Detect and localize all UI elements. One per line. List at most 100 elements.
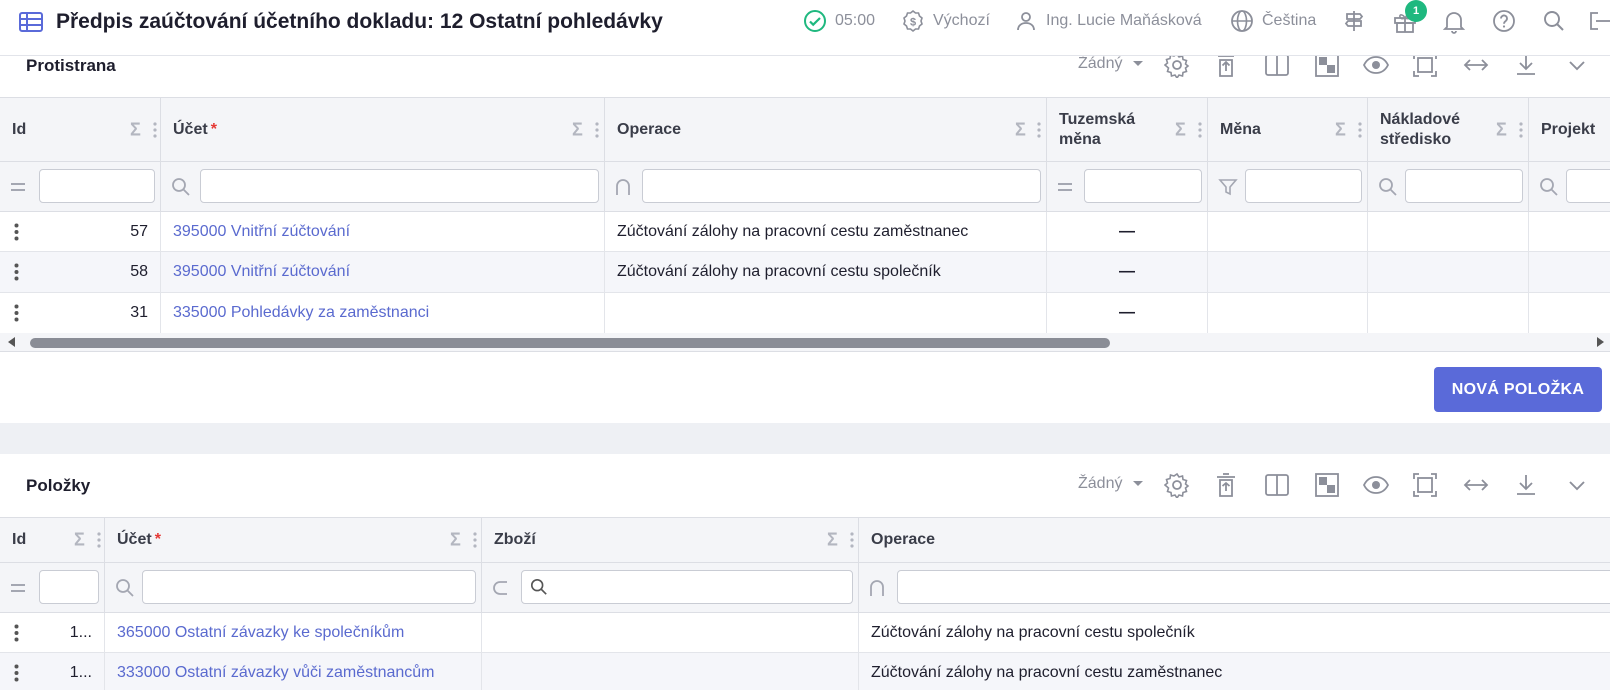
divider: [0, 351, 1610, 352]
row-account-link[interactable]: 365000 Ostatní závazky ke společníkům: [105, 613, 482, 652]
table-header-row: Id Σ Účet * Σ Zboží Σ Operace: [0, 517, 1610, 563]
filter-id-input[interactable]: [39, 570, 99, 604]
equals-icon[interactable]: [1057, 181, 1073, 193]
column-menu-icon[interactable]: [1519, 121, 1523, 138]
bell-icon[interactable]: [1442, 9, 1466, 35]
download-icon[interactable]: [1514, 472, 1538, 498]
filter-local-currency-input[interactable]: [1084, 169, 1202, 203]
filter-project: [1529, 162, 1610, 211]
column-menu-icon[interactable]: [153, 121, 157, 138]
settings-icon[interactable]: [1164, 472, 1190, 498]
col-header-currency[interactable]: Měna Σ: [1208, 98, 1368, 161]
globe-icon: [1230, 9, 1254, 33]
filter-currency-input[interactable]: [1245, 169, 1362, 203]
sum-icon[interactable]: Σ: [572, 119, 583, 140]
col-header-project[interactable]: Projekt: [1529, 98, 1610, 161]
table-row[interactable]: 1... 365000 Ostatní závazky ke společník…: [0, 613, 1610, 653]
table-row[interactable]: 31 335000 Pohledávky za zaměstnanci —: [0, 293, 1610, 333]
search-icon[interactable]: [1539, 177, 1559, 197]
col-header-goods[interactable]: Zboží Σ: [482, 518, 859, 562]
search-icon[interactable]: [115, 578, 135, 598]
col-header-id[interactable]: Id Σ: [0, 98, 161, 161]
filter-account-input[interactable]: [200, 169, 599, 203]
column-menu-icon[interactable]: [595, 121, 599, 138]
view-select[interactable]: Žádný: [1078, 55, 1144, 73]
sum-icon[interactable]: Σ: [1496, 119, 1507, 140]
filter-goods-input[interactable]: [521, 570, 853, 604]
column-menu-icon[interactable]: [1037, 121, 1041, 138]
resize-horizontal-icon[interactable]: [1462, 472, 1490, 498]
row-menu-icon[interactable]: [14, 624, 19, 642]
col-header-account[interactable]: Účet * Σ: [161, 98, 605, 161]
row-id: 1...: [69, 623, 92, 641]
column-menu-icon[interactable]: [1198, 121, 1202, 138]
table-list-icon[interactable]: [18, 10, 44, 34]
eye-icon[interactable]: [1362, 472, 1390, 498]
user-menu[interactable]: Ing. Lucie Maňásková: [1014, 9, 1202, 33]
row-menu-icon[interactable]: [14, 664, 19, 682]
col-header-local-currency[interactable]: Tuzemská měna Σ: [1047, 98, 1208, 161]
intersection-icon[interactable]: [615, 178, 631, 196]
chevron-down-icon[interactable]: [1566, 472, 1588, 498]
scroll-left-icon[interactable]: [8, 337, 16, 347]
sum-icon[interactable]: Σ: [1175, 119, 1186, 140]
equals-icon[interactable]: [10, 181, 26, 193]
column-menu-icon[interactable]: [97, 532, 101, 548]
sum-icon[interactable]: Σ: [74, 530, 85, 551]
col-header-id[interactable]: Id Σ: [0, 518, 105, 562]
search-icon[interactable]: [171, 177, 191, 197]
intersection-icon[interactable]: [869, 579, 885, 597]
row-account-link[interactable]: 395000 Vnitřní zúčtování: [161, 212, 605, 251]
search-icon[interactable]: [1542, 9, 1566, 33]
currency-selector[interactable]: $ Výchozí: [901, 9, 990, 33]
subset-icon[interactable]: [492, 580, 508, 596]
fullscreen-icon[interactable]: [1412, 472, 1438, 498]
funnel-icon[interactable]: [1218, 177, 1238, 197]
sum-icon[interactable]: Σ: [130, 119, 141, 140]
horizontal-scrollbar[interactable]: [0, 333, 1610, 351]
column-menu-icon[interactable]: [1358, 121, 1362, 138]
equals-icon[interactable]: [10, 582, 26, 594]
sum-icon[interactable]: Σ: [450, 530, 461, 551]
new-item-button[interactable]: NOVÁ POLOŽKA: [1434, 367, 1602, 412]
sum-icon[interactable]: Σ: [1335, 119, 1346, 140]
row-menu-icon[interactable]: [14, 304, 19, 322]
language-selector[interactable]: Čeština: [1230, 9, 1316, 33]
filter-project-input[interactable]: [1566, 169, 1610, 203]
filter-cost-center-input[interactable]: [1405, 169, 1523, 203]
table-row[interactable]: 1... 333000 Ostatní závazky vůči zaměstn…: [0, 653, 1610, 690]
row-account-link[interactable]: 333000 Ostatní závazky vůči zaměstnancům: [105, 653, 482, 690]
col-header-operation[interactable]: Operace: [859, 518, 1610, 562]
col-header-cost-center[interactable]: Nákladové středisko Σ: [1368, 98, 1529, 161]
filter-account-input[interactable]: [142, 570, 476, 604]
col-header-account[interactable]: Účet * Σ: [105, 518, 482, 562]
col-label-line2: středisko: [1380, 130, 1452, 148]
row-account-link[interactable]: 395000 Vnitřní zúčtování: [161, 252, 605, 292]
scroll-right-icon[interactable]: [1596, 337, 1604, 347]
row-account-link[interactable]: 335000 Pohledávky za zaměstnanci: [161, 293, 605, 333]
row-menu-icon[interactable]: [14, 263, 19, 281]
search-icon[interactable]: [1378, 177, 1398, 197]
column-menu-icon[interactable]: [850, 532, 854, 548]
filter-operation-input[interactable]: [642, 169, 1041, 203]
filter-id-input[interactable]: [39, 169, 155, 203]
session-timer[interactable]: 05:00: [803, 9, 875, 33]
view-select[interactable]: Žádný: [1078, 475, 1144, 493]
table-row[interactable]: 58 395000 Vnitřní zúčtování Zúčtování zá…: [0, 252, 1610, 293]
row-menu-icon[interactable]: [14, 223, 19, 241]
sum-icon[interactable]: Σ: [827, 530, 838, 551]
layout-icon[interactable]: [1314, 472, 1340, 498]
delete-icon[interactable]: [1214, 472, 1238, 498]
column-menu-icon[interactable]: [473, 532, 477, 548]
col-header-operation[interactable]: Operace Σ: [605, 98, 1047, 161]
table-row[interactable]: 57 395000 Vnitřní zúčtování Zúčtování zá…: [0, 212, 1610, 252]
signpost-icon[interactable]: [1342, 9, 1366, 33]
help-icon[interactable]: [1492, 9, 1516, 33]
logout-icon[interactable]: [1588, 9, 1610, 33]
currency-icon: $: [901, 9, 925, 33]
row-operation: [605, 293, 1047, 333]
filter-operation-input[interactable]: [897, 570, 1610, 604]
columns-icon[interactable]: [1264, 472, 1290, 498]
sum-icon[interactable]: Σ: [1015, 119, 1026, 140]
scrollbar-thumb[interactable]: [30, 338, 1110, 348]
